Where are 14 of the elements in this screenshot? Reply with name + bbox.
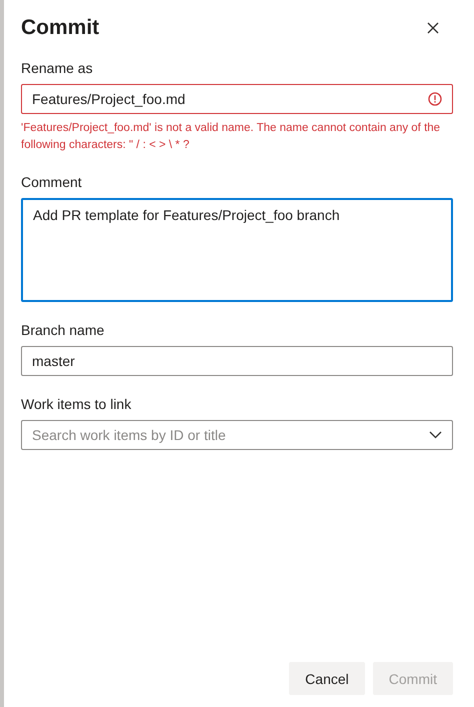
text-field[interactable]: Features/Project_foo.md (21, 84, 453, 114)
field-label: Rename as (21, 60, 94, 76)
field-label: Branch name (21, 322, 106, 338)
error-icon (428, 92, 442, 106)
comment-field[interactable]: Add PR template for Features/Project_foo branch (21, 198, 453, 302)
cancel-button[interactable]: Cancel (289, 662, 365, 695)
dialog-title: Commit (21, 16, 100, 40)
text-field[interactable]: master (21, 346, 453, 376)
error-message: 'Features/Project_foo.md' is not a valid name. The name cannot contain any of the following characters: " / : < > \ * ? (21, 121, 442, 153)
field-label: Work items to link (21, 396, 132, 412)
close-icon (427, 22, 439, 34)
chevron-down-icon (429, 431, 442, 439)
field-label: Comment (21, 174, 83, 190)
search-dropdown[interactable]: Search work items by ID or title (21, 420, 453, 450)
